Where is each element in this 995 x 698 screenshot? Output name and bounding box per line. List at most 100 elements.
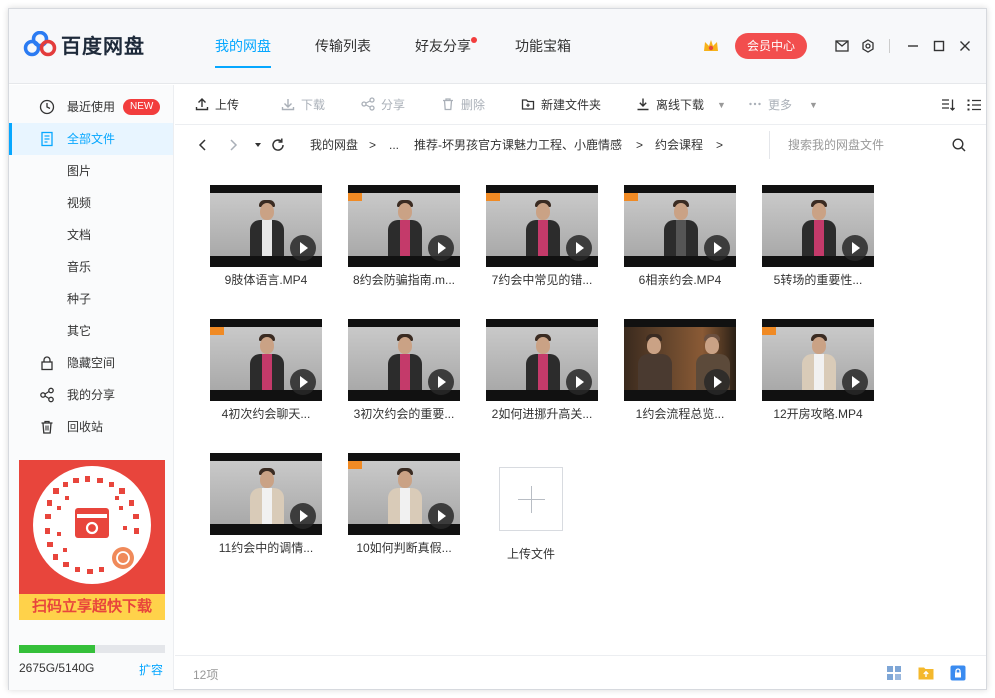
sidebar-item-videos[interactable]: 视频 bbox=[9, 187, 173, 219]
play-icon bbox=[704, 369, 730, 395]
video-file-item[interactable]: 9肢体语言.MP4 bbox=[195, 173, 325, 293]
download-button[interactable]: 下载 bbox=[281, 85, 325, 125]
upload-folder-icon[interactable] bbox=[917, 664, 935, 682]
video-file-item[interactable]: 10如何判断真假... bbox=[333, 441, 463, 561]
minimize-icon[interactable] bbox=[902, 35, 924, 57]
sort-icon[interactable] bbox=[940, 97, 956, 113]
file-name: 9肢体语言.MP4 bbox=[224, 273, 308, 287]
vip-center-button[interactable]: 会员中心 bbox=[734, 33, 807, 59]
search-icon[interactable] bbox=[951, 137, 967, 153]
video-file-item[interactable]: 3初次约会的重要... bbox=[333, 307, 463, 427]
video-file-item[interactable]: 12开房攻略.MP4 bbox=[747, 307, 877, 427]
list-view-icon[interactable] bbox=[966, 97, 982, 113]
file-name: 6相亲约会.MP4 bbox=[638, 273, 722, 287]
tab-friend-share[interactable]: 好友分享 bbox=[393, 9, 493, 84]
back-arrow-icon[interactable] bbox=[195, 137, 211, 153]
sidebar-item-label: 隐藏空间 bbox=[67, 356, 116, 370]
trash-icon bbox=[443, 98, 453, 111]
share-button[interactable]: 分享 bbox=[361, 85, 405, 125]
mail-icon[interactable] bbox=[831, 35, 853, 57]
file-name: 12开房攻略.MP4 bbox=[773, 407, 863, 421]
status-bar: 12项 bbox=[175, 655, 986, 690]
video-thumbnail bbox=[624, 319, 736, 401]
breadcrumb-folder-current[interactable]: 约会课程 bbox=[655, 126, 703, 164]
breadcrumb-root[interactable]: 我的网盘 bbox=[310, 126, 358, 164]
sidebar-item-hidden-space[interactable]: 隐藏空间 bbox=[9, 347, 173, 379]
video-file-item[interactable]: 1约会流程总览... bbox=[609, 307, 739, 427]
delete-label: 删除 bbox=[461, 98, 486, 112]
file-name: 4初次约会聊天... bbox=[221, 407, 311, 421]
sidebar-item-images[interactable]: 图片 bbox=[9, 155, 173, 187]
sidebar-item-recent[interactable]: 最近使用 NEW bbox=[9, 91, 173, 123]
search-input[interactable] bbox=[788, 131, 948, 159]
breadcrumb-folder-parent[interactable]: 推荐-坏男孩官方课魅力工程、小鹿情感 bbox=[414, 126, 622, 164]
app-window: 百度网盘 我的网盘 传输列表 好友分享 功能宝箱 会员中心 最近使用 NEW 全… bbox=[8, 8, 987, 690]
promo-label: 扫码立享超快下载 bbox=[19, 594, 165, 620]
share-icon bbox=[361, 97, 375, 111]
video-file-item[interactable]: 6相亲约会.MP4 bbox=[609, 173, 739, 293]
play-icon bbox=[428, 503, 454, 529]
play-icon bbox=[428, 235, 454, 261]
upload-button[interactable]: 上传 bbox=[195, 85, 239, 125]
video-file-item[interactable]: 7约会中常见的错... bbox=[471, 173, 601, 293]
sidebar-item-other[interactable]: 其它 bbox=[9, 315, 173, 347]
file-name: 5转场的重要性... bbox=[773, 273, 863, 287]
refresh-icon[interactable] bbox=[270, 137, 286, 153]
clock-icon bbox=[39, 99, 55, 115]
grid-view-icon[interactable] bbox=[885, 664, 903, 682]
qr-code-image bbox=[33, 466, 151, 584]
sidebar-item-music[interactable]: 音乐 bbox=[9, 251, 173, 283]
sidebar-item-torrents[interactable]: 种子 bbox=[9, 283, 173, 315]
video-thumbnail bbox=[624, 185, 736, 267]
expand-storage-link[interactable]: 扩容 bbox=[139, 661, 163, 678]
sidebar-item-my-shares[interactable]: 我的分享 bbox=[9, 379, 173, 411]
sidebar-item-label: 我的分享 bbox=[67, 388, 116, 402]
video-file-item[interactable]: 8约会防骗指南.m... bbox=[333, 173, 463, 293]
tab-toolbox[interactable]: 功能宝箱 bbox=[493, 9, 593, 84]
upload-file-tile[interactable] bbox=[499, 467, 563, 531]
safe-box-icon[interactable] bbox=[949, 664, 967, 682]
play-icon bbox=[704, 235, 730, 261]
video-file-item[interactable]: 2如何进挪升高关... bbox=[471, 307, 601, 427]
crown-icon[interactable] bbox=[701, 36, 721, 56]
play-icon bbox=[566, 235, 592, 261]
history-dropdown-icon[interactable] bbox=[250, 137, 266, 153]
delete-button[interactable]: 删除 bbox=[441, 85, 485, 125]
file-name: 11约会中的调情... bbox=[218, 541, 314, 555]
video-thumbnail bbox=[486, 319, 598, 401]
video-thumbnail bbox=[762, 319, 874, 401]
app-logo: 百度网盘 bbox=[23, 29, 163, 59]
forward-arrow-icon[interactable] bbox=[225, 137, 241, 153]
qr-pattern-icon bbox=[45, 476, 139, 574]
offline-download-button[interactable]: 离线下载 bbox=[636, 85, 704, 125]
share-icon bbox=[40, 387, 54, 403]
tab-my-disk[interactable]: 我的网盘 bbox=[193, 9, 293, 84]
download-label: 下载 bbox=[301, 98, 326, 112]
document-icon bbox=[41, 131, 53, 147]
new-folder-button[interactable]: 新建文件夹 bbox=[521, 85, 601, 125]
breadcrumb-ellipsis[interactable]: ... bbox=[389, 126, 399, 164]
offline-dropdown-chevron-icon[interactable]: ▼ bbox=[717, 85, 726, 125]
more-button[interactable]: 更多 bbox=[748, 85, 792, 125]
tab-transfers[interactable]: 传输列表 bbox=[293, 9, 393, 84]
video-file-item[interactable]: 11约会中的调情... bbox=[195, 441, 325, 561]
more-dropdown-chevron-icon[interactable]: ▼ bbox=[809, 85, 818, 125]
settings-icon[interactable] bbox=[857, 35, 879, 57]
sidebar-item-all-files[interactable]: 全部文件 bbox=[9, 123, 173, 155]
video-thumbnail bbox=[762, 185, 874, 267]
maximize-icon[interactable] bbox=[928, 35, 950, 57]
breadcrumb-separator: > bbox=[716, 138, 724, 152]
window-divider bbox=[889, 39, 890, 53]
video-thumbnail bbox=[348, 453, 460, 535]
breadcrumb-separator: > bbox=[369, 138, 377, 152]
close-icon[interactable] bbox=[954, 35, 976, 57]
promo-banner[interactable]: 扫码立享超快下载 bbox=[19, 460, 165, 620]
app-name: 百度网盘 bbox=[61, 35, 145, 58]
sidebar-item-recycle-bin[interactable]: 回收站 bbox=[9, 411, 173, 443]
video-file-item[interactable]: 4初次约会聊天... bbox=[195, 307, 325, 427]
sidebar-item-docs[interactable]: 文档 bbox=[9, 219, 173, 251]
main-nav: 我的网盘 传输列表 好友分享 功能宝箱 bbox=[193, 9, 593, 84]
video-file-item[interactable]: 5转场的重要性... bbox=[747, 173, 877, 293]
play-icon bbox=[428, 369, 454, 395]
trash-icon bbox=[41, 420, 53, 434]
